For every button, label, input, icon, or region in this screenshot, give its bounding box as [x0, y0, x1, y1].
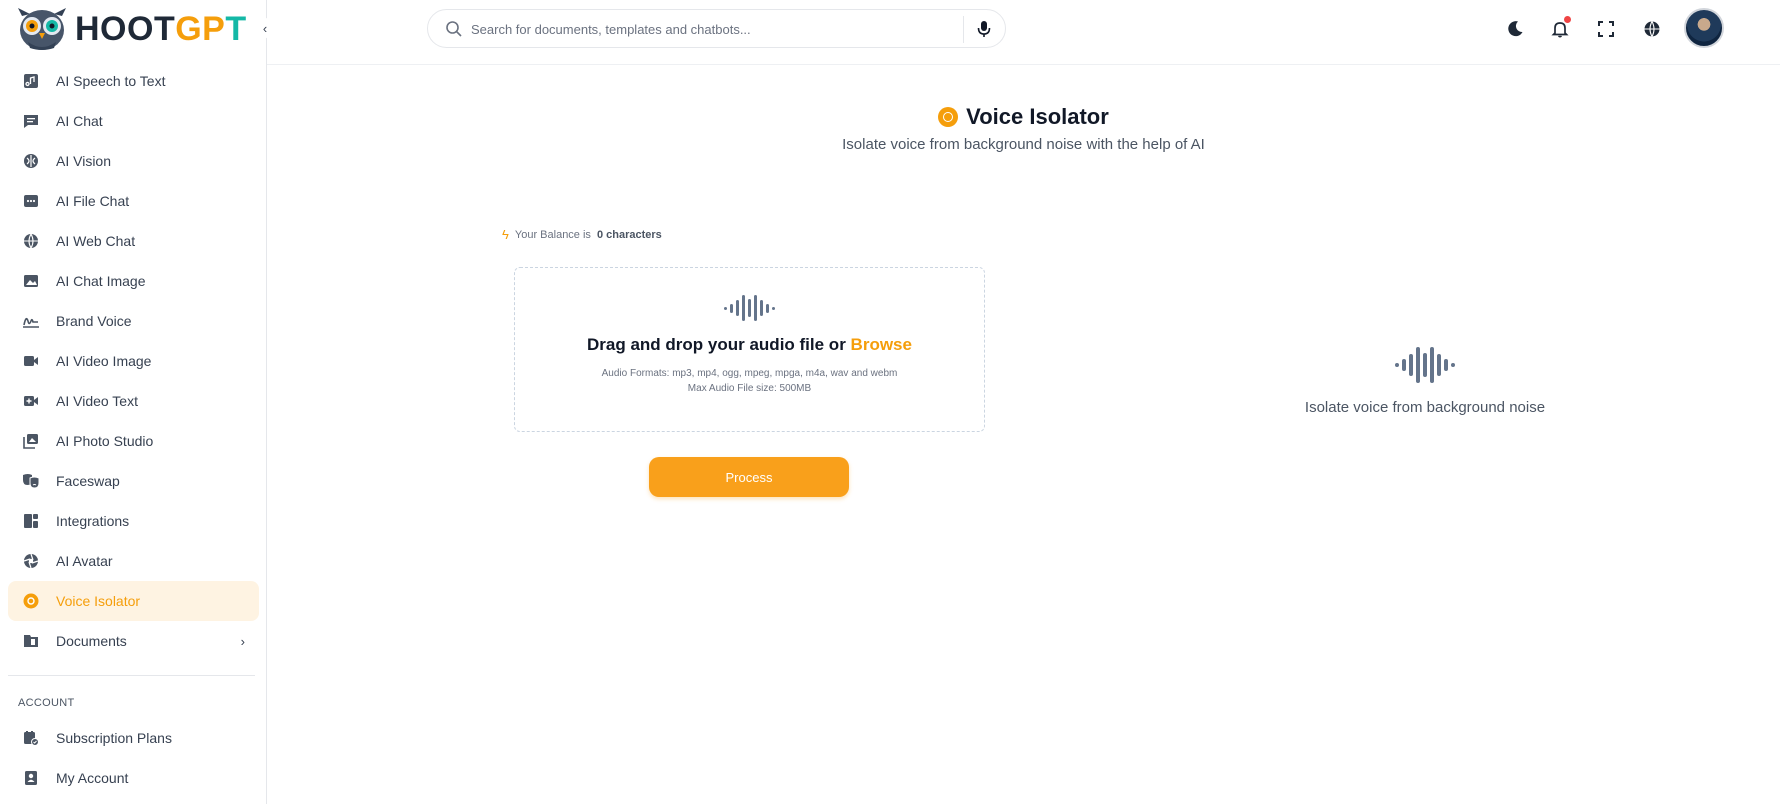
sidebar-item-label: AI Chat Image [56, 273, 146, 289]
balance-info: ϟ Your Balance is 0 characters [502, 227, 662, 242]
search-icon [446, 21, 462, 37]
sidebar-item-label: AI Avatar [56, 553, 113, 569]
vision-icon [22, 152, 40, 170]
account-section-label: ACCOUNT [18, 697, 75, 709]
sidebar-item-subscription-plans[interactable]: Subscription Plans [8, 718, 259, 758]
balance-value: 0 characters [596, 228, 662, 241]
sidebar-item-my-account[interactable]: My Account [8, 758, 259, 798]
aperture-icon [22, 552, 40, 570]
sidebar-item-ai-avatar[interactable]: AI Avatar [8, 541, 259, 581]
notification-dot [1564, 16, 1571, 23]
speech-to-text-icon [22, 72, 40, 90]
audio-wave-icon [515, 293, 984, 323]
chevron-right-icon: › [240, 633, 245, 649]
fullscreen-button[interactable] [1595, 18, 1617, 40]
sidebar-item-label: AI File Chat [56, 193, 130, 209]
sidebar-item-documents[interactable]: Documents › [8, 621, 259, 661]
language-button[interactable] [1641, 18, 1663, 40]
file-chat-icon [22, 192, 40, 210]
fullscreen-icon [1598, 21, 1614, 37]
sidebar-item-ai-file-chat[interactable]: AI File Chat [8, 181, 259, 221]
bolt-icon: ϟ [502, 227, 509, 242]
sidebar-item-label: Integrations [56, 513, 130, 529]
integrations-icon [22, 512, 40, 530]
sidebar-item-label: AI Web Chat [56, 233, 136, 249]
signature-icon [22, 312, 40, 330]
moon-icon [1508, 21, 1523, 37]
page-title-text: Voice Isolator [966, 104, 1109, 129]
sidebar-item-ai-web-chat[interactable]: AI Web Chat [8, 221, 259, 261]
dropzone-title: Drag and drop your audio file or Browse [515, 335, 984, 355]
audio-formats-text: Audio Formats: mp3, mp4, ogg, mpeg, mpga… [601, 368, 898, 379]
logo-text-t: T [225, 10, 247, 48]
balance-label: Your Balance is [514, 228, 591, 241]
sidebar-item-label: My Account [56, 770, 129, 786]
sidebar-item-voice-isolator[interactable]: Voice Isolator [8, 581, 259, 621]
chat-icon [22, 112, 40, 130]
sidebar-item-label: AI Speech to Text [56, 73, 166, 89]
globe-icon [22, 232, 40, 250]
sidebar-item-ai-photo-studio[interactable]: AI Photo Studio [8, 421, 259, 461]
logo[interactable]: HOOTGPT [0, 0, 267, 58]
sidebar-item-ai-speech-to-text[interactable]: AI Speech to Text [8, 61, 259, 101]
video-icon [22, 352, 40, 370]
sidebar-item-label: Faceswap [56, 473, 120, 489]
video-plus-icon [22, 392, 40, 410]
dark-mode-toggle[interactable] [1504, 18, 1526, 40]
empty-state-text: Isolate voice from background noise [1304, 399, 1546, 416]
sidebar-item-label: AI Video Image [56, 353, 152, 369]
page-header: Voice Isolator Isolate voice from backgr… [267, 104, 1780, 153]
logo-text-g: G [175, 10, 203, 48]
masks-icon [22, 472, 40, 490]
sidebar-item-label: Voice Isolator [56, 593, 141, 609]
sidebar-item-ai-vision[interactable]: AI Vision [8, 141, 259, 181]
sidebar-item-label: AI Chat [56, 113, 103, 129]
notifications-button[interactable] [1549, 16, 1571, 40]
sidebar: HOOTGPT AI Speech to Text AI Chat AI Vis… [0, 0, 267, 804]
page-title: Voice Isolator [938, 104, 1109, 130]
voice-isolator-icon [938, 107, 959, 127]
microphone-icon[interactable] [974, 19, 994, 39]
sidebar-item-label: Documents [56, 633, 127, 649]
logo-text-hoot: HOOT [75, 10, 176, 48]
sidebar-item-label: Brand Voice [56, 313, 132, 329]
audio-dropzone[interactable]: Drag and drop your audio file or Browse … [514, 267, 985, 432]
max-file-size-text: Max Audio File size: 500MB [687, 383, 812, 394]
dropzone-title-text: Drag and drop your audio file or [587, 335, 846, 354]
sidebar-item-ai-video-image[interactable]: AI Video Image [8, 341, 259, 381]
voice-isolator-icon [22, 592, 40, 610]
folder-icon [22, 632, 40, 650]
sidebar-item-label: AI Photo Studio [56, 433, 154, 449]
owl-logo-icon [18, 8, 66, 50]
photo-studio-icon [22, 432, 40, 450]
sidebar-item-brand-voice[interactable]: Brand Voice [8, 301, 259, 341]
sidebar-item-ai-video-text[interactable]: AI Video Text [8, 381, 259, 421]
account-icon [22, 769, 40, 787]
user-avatar[interactable] [1684, 8, 1724, 48]
collapse-sidebar-button[interactable]: ‹ [255, 18, 275, 38]
subscription-icon [22, 729, 40, 747]
logo-text: HOOTGPT [75, 10, 247, 49]
globe-icon [1644, 21, 1660, 37]
sidebar-item-ai-chat[interactable]: AI Chat [8, 101, 259, 141]
sidebar-item-label: Subscription Plans [56, 730, 172, 746]
result-empty-state: Isolate voice from background noise [1290, 345, 1560, 416]
browse-link[interactable]: Browse [851, 335, 912, 354]
process-button[interactable]: Process [649, 457, 849, 497]
chevron-left-icon: ‹ [262, 20, 268, 36]
logo-text-p: P [202, 10, 226, 48]
sidebar-item-integrations[interactable]: Integrations [8, 501, 259, 541]
sidebar-item-faceswap[interactable]: Faceswap [8, 461, 259, 501]
search-bar [427, 9, 1006, 48]
sidebar-item-ai-chat-image[interactable]: AI Chat Image [8, 261, 259, 301]
image-icon [22, 272, 40, 290]
search-input[interactable] [471, 18, 941, 40]
sidebar-item-label: AI Video Text [56, 393, 138, 409]
topbar [267, 0, 1780, 65]
search-separator [963, 16, 964, 43]
audio-wave-icon [1290, 345, 1560, 385]
sidebar-item-label: AI Vision [56, 153, 111, 169]
sidebar-nav: AI Speech to Text AI Chat AI Vision AI F… [0, 61, 267, 798]
page-subtitle: Isolate voice from background noise with… [842, 136, 1205, 153]
